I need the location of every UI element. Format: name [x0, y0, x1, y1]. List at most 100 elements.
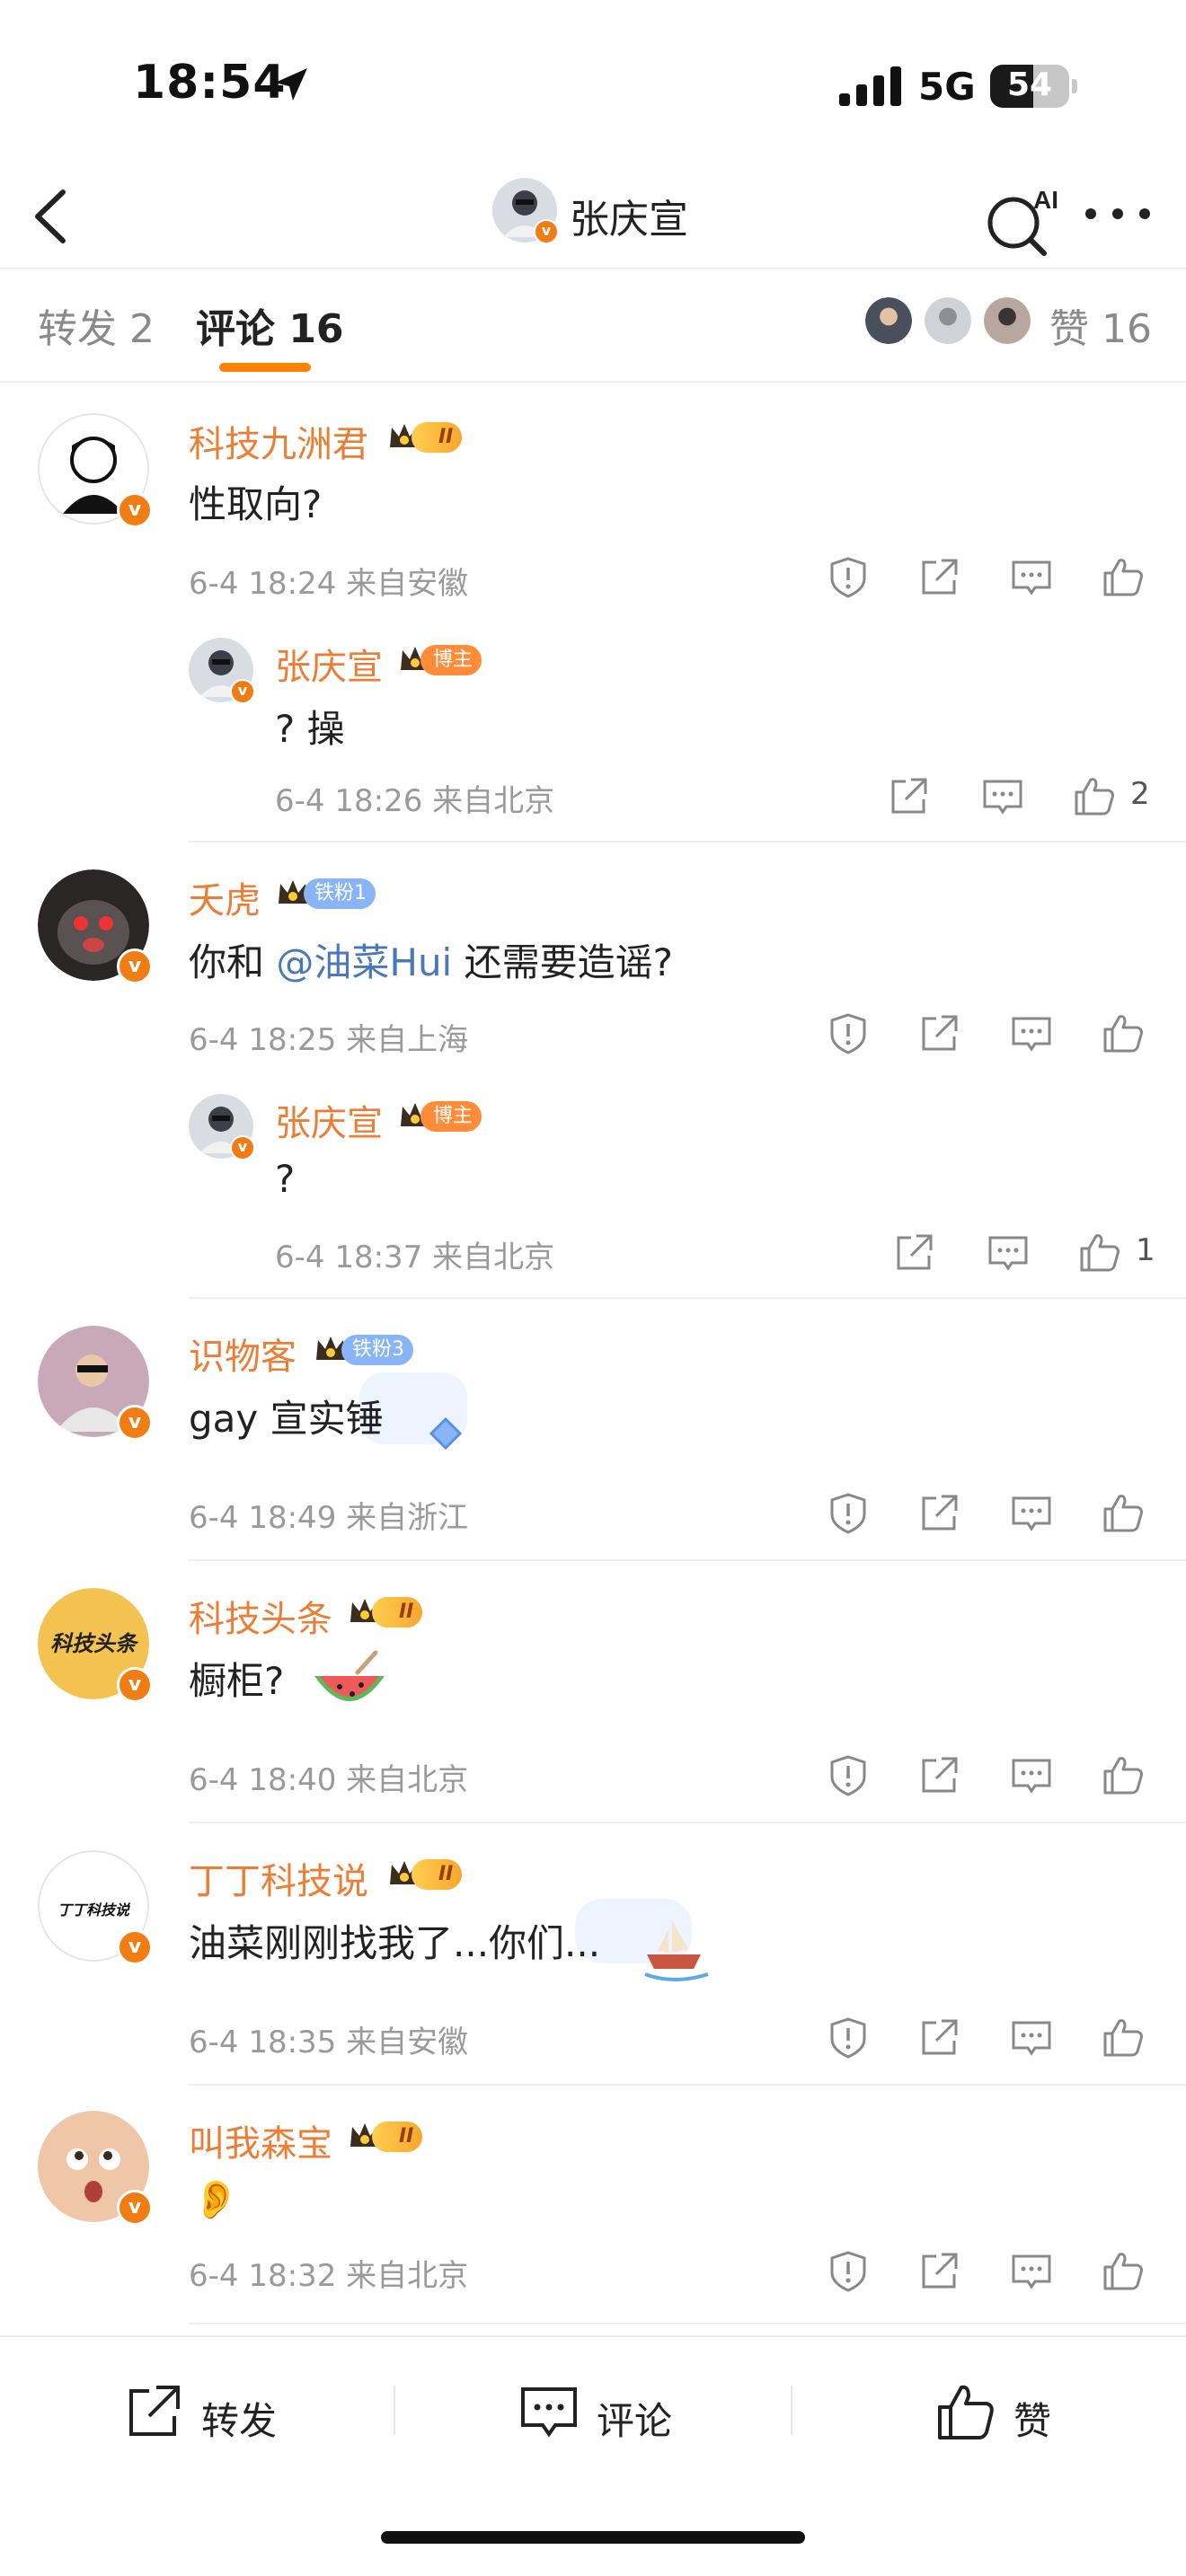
reply-text: ? [275, 1157, 296, 1201]
liker-avatar [981, 295, 1033, 347]
report-button[interactable] [825, 1010, 872, 1056]
comment-username[interactable]: 识物客 [189, 1328, 296, 1380]
comment-username[interactable]: 夭虎 [189, 871, 261, 923]
report-shield-icon [830, 2251, 866, 2292]
reply-button[interactable] [1008, 2014, 1055, 2060]
like-button[interactable] [1100, 2014, 1146, 2060]
tab-comment[interactable]: 评论 16 [196, 296, 344, 354]
comment-text: gay 宣实锤 [189, 1397, 384, 1441]
report-button[interactable] [825, 2014, 872, 2060]
reply-button[interactable] [1008, 1751, 1055, 1798]
reply-button[interactable] [1008, 553, 1055, 600]
reply-username[interactable]: 张庆宣 [275, 1094, 383, 1146]
ai-label: AI [1033, 186, 1058, 214]
comment-icon [1012, 2254, 1051, 2289]
reply-button[interactable] [1008, 1010, 1055, 1056]
like-button[interactable]: 赞 [934, 2380, 1078, 2443]
like-button[interactable] [1071, 772, 1118, 819]
ai-search-icon[interactable]: AI [979, 178, 1060, 259]
comment-username[interactable]: 叫我森宝 [189, 2114, 332, 2166]
avatar-logo-text: 科技头条 [50, 1632, 139, 1656]
share-button[interactable] [916, 2014, 963, 2060]
tab-bar: 转发 2 评论 16 赞 16 [0, 269, 1186, 383]
comment-item: v 科技九洲君 II 性取向? 6-4 18:24 来自安徽 [0, 384, 1186, 602]
report-button[interactable] [825, 553, 872, 600]
verified-badge-icon: v [117, 1405, 153, 1441]
tab-forward[interactable]: 转发 2 [38, 296, 155, 354]
comment-icon [1012, 2021, 1051, 2056]
report-shield-icon [830, 1755, 866, 1796]
report-button[interactable] [825, 1751, 872, 1798]
level-badge: II [412, 422, 463, 453]
blogger-badge: 博主 [420, 1101, 482, 1132]
reply-username[interactable]: 张庆宣 [275, 638, 383, 690]
like-button[interactable] [1100, 1489, 1146, 1536]
comment-icon [983, 780, 1022, 815]
network-type: 5G [918, 65, 976, 109]
share-button[interactable] [916, 1751, 963, 1798]
battery-icon: 54 [990, 65, 1077, 108]
reply-button[interactable] [979, 772, 1026, 819]
thumbs-up-icon [1103, 2019, 1143, 2057]
like-count: 1 [1136, 1232, 1155, 1268]
like-button[interactable] [1100, 1010, 1146, 1056]
likers-avatars[interactable] [863, 295, 1042, 348]
comment-item: v 识物客 铁粉3 gay 宣实锤 6-4 18:49 来自浙江 [0, 1297, 1186, 1557]
level-badge: II [412, 1859, 463, 1890]
comment-text: 油菜刚刚找我了...你们... [189, 1921, 601, 1965]
comment-username[interactable]: 丁丁科技说 [189, 1852, 368, 1904]
share-button[interactable] [916, 553, 963, 600]
blogger-badge: 博主 [420, 645, 482, 675]
comment-meta: 6-4 18:24 来自安徽 [189, 566, 469, 602]
comment-item: 丁丁科技说 v 丁丁科技说 II 油菜刚刚找我了...你们... 6-4 18:… [0, 1822, 1186, 2082]
comment-username[interactable]: 科技头条 [189, 1590, 332, 1642]
thumbs-up-icon [1075, 778, 1114, 816]
share-icon [922, 2019, 958, 2055]
mention-link[interactable]: @油菜Hui [276, 940, 452, 984]
report-shield-icon [830, 1013, 866, 1054]
comment-button[interactable]: 评论 [518, 2380, 697, 2443]
comment-meta: 6-4 18:40 来自北京 [189, 1762, 469, 1798]
like-button[interactable] [1100, 2247, 1146, 2294]
share-icon [891, 778, 927, 814]
reply-button[interactable] [1008, 2247, 1055, 2294]
more-options-icon[interactable] [1082, 198, 1154, 230]
like-button[interactable] [1076, 1229, 1123, 1275]
share-icon [922, 1015, 958, 1051]
toolbar-separator [791, 2386, 792, 2434]
comment-text-part: 还需要造谣? [452, 940, 673, 984]
share-button[interactable] [916, 2247, 963, 2294]
like-button[interactable] [1100, 1751, 1146, 1798]
comment-username[interactable]: 科技九洲君 [189, 415, 368, 467]
thumbs-up-icon [938, 2385, 994, 2439]
home-indicator[interactable] [381, 2531, 805, 2544]
reply-meta: 6-4 18:37 来自北京 [275, 1239, 555, 1275]
share-icon [897, 1234, 933, 1270]
comment-text-part: 你和 [189, 940, 277, 984]
verified-badge-icon: v [117, 1667, 153, 1703]
author-avatar[interactable]: v [492, 178, 559, 244]
reply-button[interactable] [1008, 1489, 1055, 1536]
back-chevron-icon[interactable] [25, 187, 79, 246]
share-icon [922, 2253, 958, 2289]
comment-actions [825, 1010, 1148, 1058]
forward-button[interactable]: 转发 [122, 2380, 302, 2443]
report-button[interactable] [825, 2247, 872, 2294]
thumbs-up-icon [1080, 1234, 1120, 1272]
comment-item: v 夭虎 铁粉1 你和 @油菜Hui 还需要造谣? 6-4 18:25 来自上海 [0, 841, 1186, 1065]
share-button[interactable] [916, 1489, 963, 1536]
report-shield-icon [830, 2017, 866, 2059]
comment-icon [521, 2387, 577, 2438]
share-button[interactable] [891, 1229, 938, 1275]
report-button[interactable] [825, 1489, 872, 1536]
share-button[interactable] [886, 772, 933, 819]
like-button[interactable] [1100, 553, 1146, 600]
tab-like[interactable]: 赞 16 [1049, 296, 1152, 354]
level-badge: II [372, 1597, 423, 1628]
reply-button[interactable] [985, 1229, 1031, 1275]
comment-text: 性取向? [189, 482, 323, 526]
bottom-toolbar: 转发 评论 赞 [0, 2335, 1186, 2479]
verified-badge-icon: v [230, 679, 255, 704]
share-button[interactable] [916, 1010, 963, 1056]
comment-meta: 6-4 18:49 来自浙江 [189, 1500, 469, 1536]
